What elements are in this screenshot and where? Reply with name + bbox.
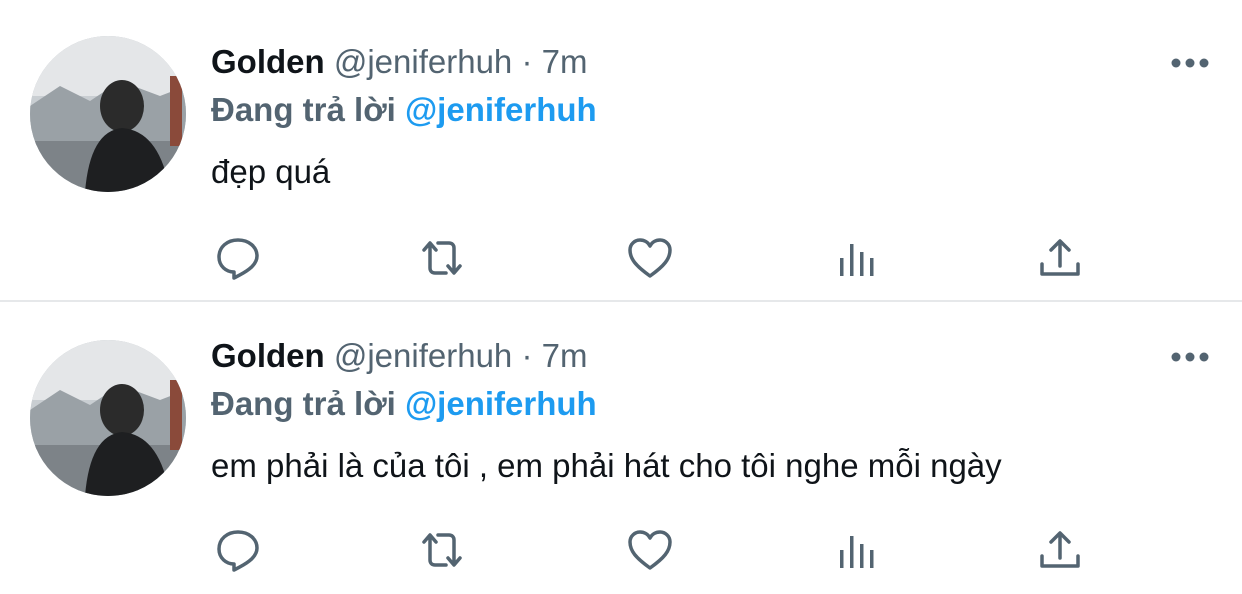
retweet-icon — [422, 533, 462, 567]
share-icon — [1040, 239, 1080, 276]
reply-icon — [217, 238, 259, 280]
like-button[interactable] — [624, 524, 676, 576]
more-options-button[interactable] — [1168, 48, 1212, 78]
tweet-2[interactable]: Golden @jeniferhuh · 7m Đang trả lời @je… — [0, 302, 1242, 594]
replying-to-mention[interactable]: @jeniferhuh — [405, 91, 597, 128]
avatar[interactable] — [30, 340, 186, 496]
share-icon — [1040, 531, 1080, 568]
reply-button[interactable] — [212, 232, 264, 284]
analytics-icon — [840, 536, 874, 568]
avatar-image — [30, 340, 186, 496]
retweet-icon — [422, 241, 462, 275]
like-icon — [628, 530, 672, 570]
more-icon — [1171, 352, 1209, 362]
replying-to-label: Đang trả lời — [211, 91, 396, 128]
tweet-text: đẹp quá — [211, 153, 331, 190]
share-button[interactable] — [1034, 232, 1086, 284]
more-options-button[interactable] — [1168, 342, 1212, 372]
analytics-button[interactable] — [830, 524, 882, 576]
timestamp[interactable]: 7m — [542, 337, 588, 374]
timestamp[interactable]: 7m — [542, 43, 588, 80]
user-handle[interactable]: @jeniferhuh — [334, 337, 512, 374]
like-icon — [628, 238, 672, 278]
avatar[interactable] — [30, 36, 186, 192]
avatar-image — [30, 36, 186, 192]
like-button[interactable] — [624, 232, 676, 284]
analytics-button[interactable] — [830, 232, 882, 284]
retweet-button[interactable] — [416, 232, 468, 284]
display-name[interactable]: Golden — [211, 337, 325, 374]
retweet-button[interactable] — [416, 524, 468, 576]
display-name[interactable]: Golden — [211, 43, 325, 80]
separator-dot: · — [521, 337, 533, 374]
replying-to: Đang trả lời @jeniferhuh — [211, 380, 597, 428]
tweet-header: Golden @jeniferhuh · 7m — [211, 332, 587, 380]
user-handle[interactable]: @jeniferhuh — [334, 43, 512, 80]
replying-to-mention[interactable]: @jeniferhuh — [405, 385, 597, 422]
tweet-actions — [0, 524, 1242, 576]
reply-icon — [217, 530, 259, 572]
tweet-actions — [0, 232, 1242, 284]
tweet-text: em phải là của tôi , em phải hát cho tôi… — [211, 447, 1002, 484]
separator-dot: · — [521, 43, 533, 80]
share-button[interactable] — [1034, 524, 1086, 576]
more-icon — [1171, 58, 1209, 68]
replying-to-label: Đang trả lời — [211, 385, 396, 422]
tweet-1[interactable]: Golden @jeniferhuh · 7m Đang trả lời @je… — [0, 0, 1242, 302]
tweet-header: Golden @jeniferhuh · 7m — [211, 38, 587, 86]
analytics-icon — [840, 244, 874, 276]
reply-button[interactable] — [212, 524, 264, 576]
replying-to: Đang trả lời @jeniferhuh — [211, 86, 597, 134]
